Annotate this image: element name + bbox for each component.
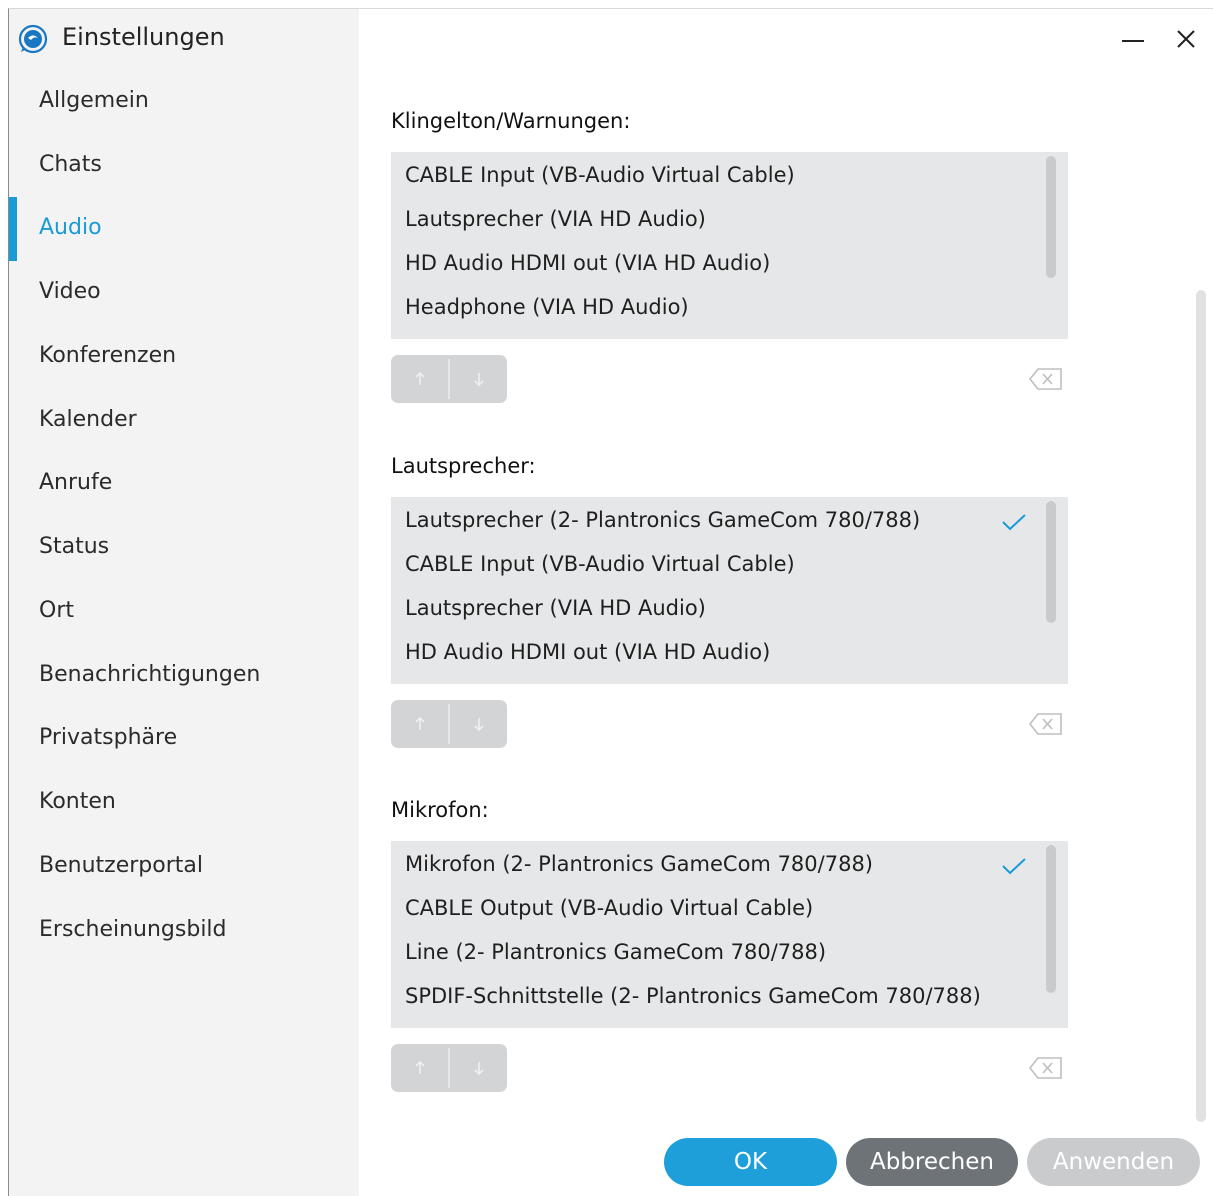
main-scrollbar[interactable] (1196, 290, 1206, 1122)
list-item[interactable]: Lautsprecher (2- Plantronics GameCom 780… (405, 508, 920, 532)
arrow-up-icon (414, 716, 425, 730)
sidebar-item-chats[interactable]: Chats (39, 152, 102, 177)
sidebar-item-privatsphaere[interactable]: Privatsphäre (39, 725, 177, 750)
microphone-section-label: Mikrofon: (391, 798, 489, 822)
speaker-order-controls (391, 700, 507, 748)
sidebar-item-konferenzen[interactable]: Konferenzen (39, 343, 176, 368)
move-up-button[interactable] (391, 700, 448, 748)
speaker-device-list[interactable]: Lautsprecher (2- Plantronics GameCom 780… (391, 497, 1068, 684)
active-nav-indicator (9, 197, 17, 261)
cancel-button[interactable]: Abbrechen (846, 1138, 1018, 1186)
ringtone-section-label: Klingelton/Warnungen: (391, 109, 631, 133)
list-item[interactable]: CABLE Output (VB-Audio Virtual Cable) (405, 896, 813, 920)
move-down-button[interactable] (450, 355, 507, 403)
checkmark-icon (1002, 858, 1026, 875)
arrow-down-icon (473, 718, 484, 732)
apply-button[interactable]: Anwenden (1027, 1138, 1200, 1186)
move-down-button[interactable] (450, 1044, 507, 1092)
sidebar-item-kalender[interactable]: Kalender (39, 407, 137, 432)
arrow-up-icon (414, 1060, 425, 1074)
arrow-up-icon (414, 371, 425, 385)
list-item[interactable]: Mikrofon (2- Plantronics GameCom 780/788… (405, 852, 873, 876)
window-title: Einstellungen (62, 23, 225, 51)
backspace-delete-icon[interactable] (1028, 711, 1064, 737)
minimize-icon[interactable] (1116, 22, 1150, 56)
ringtone-device-list[interactable]: CABLE Input (VB-Audio Virtual Cable) Lau… (391, 152, 1068, 339)
checkmark-icon (1002, 514, 1026, 531)
sidebar-item-anrufe[interactable]: Anrufe (39, 470, 112, 495)
microphone-device-list[interactable]: Mikrofon (2- Plantronics GameCom 780/788… (391, 841, 1068, 1028)
ringtone-order-controls (391, 355, 507, 403)
arrow-down-icon (473, 1062, 484, 1076)
speaker-section-label: Lautsprecher: (391, 454, 536, 478)
sidebar-item-benachrichtigungen[interactable]: Benachrichtigungen (39, 662, 260, 687)
sidebar-item-video[interactable]: Video (39, 279, 101, 304)
backspace-delete-icon[interactable] (1028, 366, 1064, 392)
arrow-down-icon (473, 373, 484, 387)
close-icon[interactable] (1170, 22, 1204, 56)
list-item[interactable]: Lautsprecher (VIA HD Audio) (405, 207, 706, 231)
move-up-button[interactable] (391, 355, 448, 403)
move-up-button[interactable] (391, 1044, 448, 1092)
list-item[interactable]: CABLE Input (VB-Audio Virtual Cable) (405, 552, 795, 576)
sidebar-item-benutzerportal[interactable]: Benutzerportal (39, 853, 203, 878)
list-item[interactable]: SPDIF-Schnittstelle (2- Plantronics Game… (405, 984, 981, 1008)
sidebar-item-ort[interactable]: Ort (39, 598, 74, 623)
move-down-button[interactable] (450, 700, 507, 748)
sidebar-item-konten[interactable]: Konten (39, 789, 116, 814)
microphone-order-controls (391, 1044, 507, 1092)
sidebar-item-erscheinungsbild[interactable]: Erscheinungsbild (39, 917, 227, 942)
list-item[interactable]: CABLE Input (VB-Audio Virtual Cable) (405, 163, 795, 187)
ok-button[interactable]: OK (664, 1138, 837, 1186)
sidebar-item-allgemein[interactable]: Allgemein (39, 88, 149, 113)
list-scrollbar[interactable] (1046, 845, 1056, 993)
list-item[interactable]: HD Audio HDMI out (VIA HD Audio) (405, 251, 770, 275)
list-item[interactable]: HD Audio HDMI out (VIA HD Audio) (405, 640, 770, 664)
sidebar-item-status[interactable]: Status (39, 534, 109, 559)
list-scrollbar[interactable] (1046, 501, 1056, 623)
list-item[interactable]: Line (2- Plantronics GameCom 780/788) (405, 940, 826, 964)
list-item[interactable]: Headphone (VIA HD Audio) (405, 295, 689, 319)
app-logo-icon (18, 24, 48, 54)
list-scrollbar[interactable] (1046, 156, 1056, 278)
sidebar-item-audio[interactable]: Audio (39, 215, 102, 240)
backspace-delete-icon[interactable] (1028, 1055, 1064, 1081)
list-item[interactable]: Lautsprecher (VIA HD Audio) (405, 596, 706, 620)
